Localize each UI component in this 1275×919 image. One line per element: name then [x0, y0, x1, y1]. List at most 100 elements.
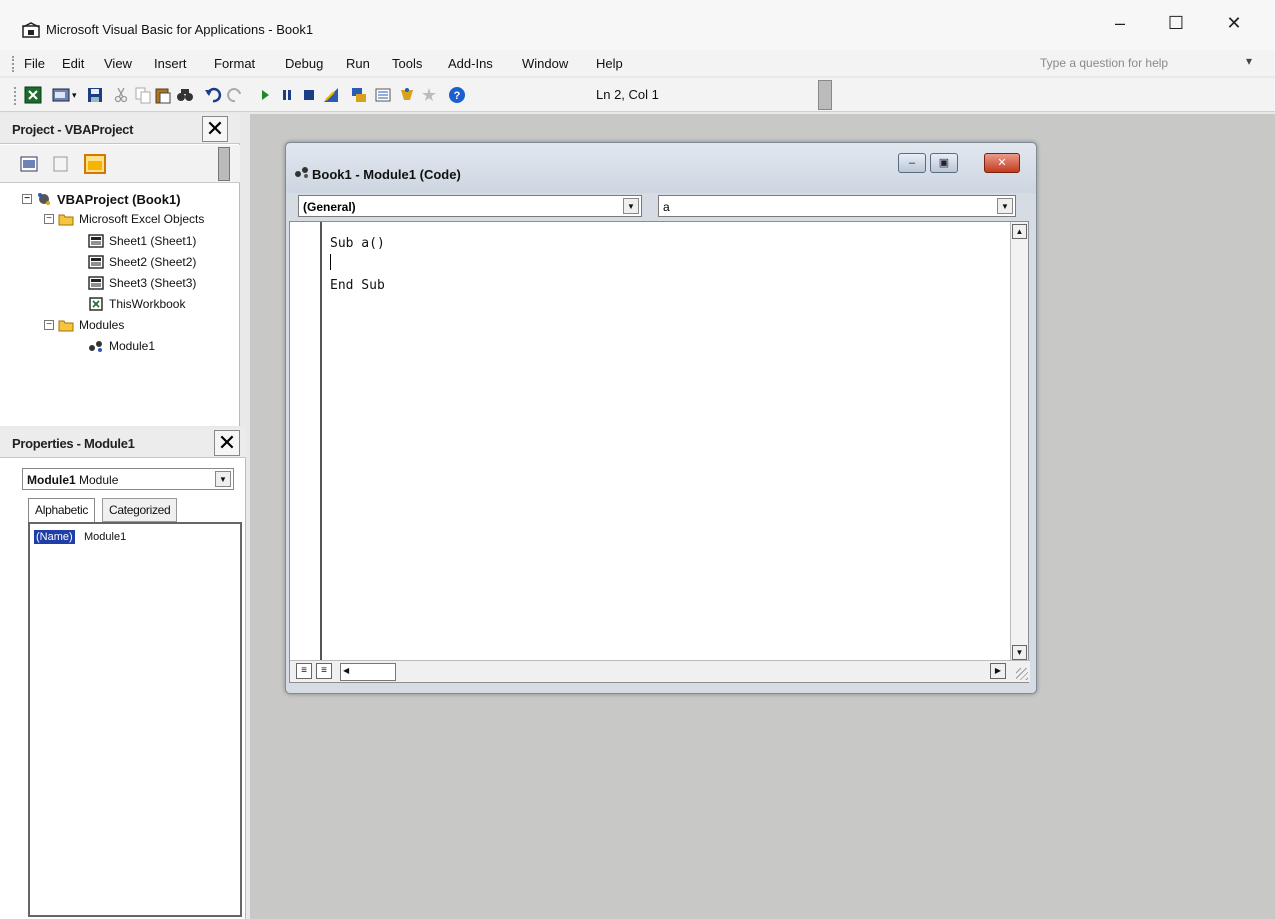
folder-icon [58, 320, 74, 332]
help-icon[interactable]: ? [448, 86, 466, 104]
cut-icon[interactable] [112, 86, 130, 104]
object-dropdown-value: (General) [303, 200, 356, 214]
tree-item-vbaproject[interactable]: − VBAProject (Book1) [22, 190, 181, 208]
tree-item-sheet3[interactable]: Sheet3 (Sheet3) [88, 274, 196, 292]
tab-alphabetic[interactable]: Alphabetic [28, 498, 96, 522]
tree-label: Modules [79, 318, 125, 332]
horizontal-scroll-track[interactable]: ◀ [340, 663, 396, 681]
standard-toolbar: ▾ ? Ln 2, Col 1 [0, 78, 1275, 112]
scroll-right-icon[interactable]: ▶ [990, 663, 1006, 679]
paste-icon[interactable] [154, 86, 172, 104]
redo-icon[interactable] [226, 86, 244, 104]
menu-add-ins[interactable]: Add-Ins [448, 56, 493, 71]
scroll-up-icon[interactable]: ▲ [1012, 224, 1027, 239]
title-bar: Microsoft Visual Basic for Applications … [0, 0, 1275, 50]
collapse-toggle[interactable]: − [44, 214, 54, 224]
text-caret [330, 254, 331, 270]
tree-item-thisworkbook[interactable]: ThisWorkbook [88, 295, 185, 313]
procedure-view-icon[interactable]: ≡ [296, 663, 312, 679]
menu-grip[interactable] [12, 56, 15, 72]
code-line[interactable]: End Sub [330, 278, 385, 293]
tree-label: ThisWorkbook [109, 297, 186, 311]
code-window-title-bar[interactable]: Book1 - Module1 (Code) – ▣ ✕ [286, 143, 1036, 193]
code-window-restore-button[interactable]: ▣ [930, 153, 958, 173]
chevron-down-icon[interactable]: ▼ [623, 198, 639, 214]
properties-icon[interactable] [374, 86, 392, 104]
code-window-minimize-button[interactable]: – [898, 153, 926, 173]
reset-icon[interactable] [300, 86, 318, 104]
resize-grip-icon[interactable] [1016, 668, 1028, 680]
sheet-icon [88, 276, 104, 290]
vertical-scrollbar[interactable]: ▲ ▼ [1010, 222, 1028, 662]
tree-label: Microsoft Excel Objects [79, 212, 205, 226]
tree-item-excel-objects[interactable]: − Microsoft Excel Objects [44, 210, 204, 228]
menu-format[interactable]: Format [214, 56, 255, 71]
object-dropdown[interactable]: (General) ▼ [298, 195, 642, 217]
code-margin[interactable] [290, 222, 322, 662]
collapse-toggle[interactable]: − [44, 320, 54, 330]
help-dropdown-arrow[interactable]: ▾ [1246, 54, 1252, 68]
run-icon[interactable] [256, 86, 274, 104]
sheet-icon [88, 255, 104, 269]
menu-tools[interactable]: Tools [392, 56, 422, 71]
toolbar-grip[interactable] [14, 87, 17, 105]
view-object-icon[interactable] [52, 156, 70, 172]
tree-item-sheet1[interactable]: Sheet1 (Sheet1) [88, 232, 196, 250]
break-icon[interactable] [278, 86, 296, 104]
menu-view[interactable]: View [104, 56, 132, 71]
procedure-dropdown[interactable]: a ▼ [658, 195, 1016, 217]
undo-icon[interactable] [204, 86, 222, 104]
code-line[interactable]: Sub a() [330, 236, 385, 251]
help-search-box[interactable]: Type a question for help [1040, 56, 1168, 70]
code-window: Book1 - Module1 (Code) – ▣ ✕ (General) ▼… [285, 142, 1037, 694]
menu-run[interactable]: Run [346, 56, 370, 71]
chevron-down-icon[interactable]: ▼ [215, 471, 231, 487]
vba-app-icon [22, 22, 40, 38]
property-key-name[interactable]: (Name) [34, 530, 75, 544]
minimize-button[interactable]: – [1100, 10, 1140, 36]
maximize-button[interactable]: ☐ [1156, 10, 1196, 36]
project-toolbar-overflow[interactable] [218, 147, 230, 181]
tree-item-module1[interactable]: Module1 [88, 337, 155, 355]
object-browser-icon[interactable] [398, 86, 416, 104]
menu-help[interactable]: Help [596, 56, 623, 71]
properties-panel-close-button[interactable]: ✕ [214, 430, 240, 456]
full-module-view-icon[interactable]: ≡ [316, 663, 332, 679]
sheet-icon [88, 234, 104, 248]
code-window-close-button[interactable]: ✕ [984, 153, 1020, 173]
project-tree: − VBAProject (Book1) − Microsoft Excel O… [0, 186, 240, 424]
toolbar-overflow-handle[interactable] [818, 80, 832, 110]
toggle-folders-icon[interactable] [84, 154, 106, 174]
scroll-left-icon[interactable]: ◀ [343, 666, 349, 675]
menu-edit[interactable]: Edit [62, 56, 84, 71]
code-editor[interactable]: Sub a() End Sub ▲ ▼ ≡ ≡ ◀ ▶ [289, 221, 1030, 683]
horizontal-scrollbar[interactable]: ≡ ≡ ◀ ▶ [290, 660, 1030, 682]
menu-window[interactable]: Window [522, 56, 568, 71]
menu-file[interactable]: File [24, 56, 45, 71]
save-icon[interactable] [86, 86, 104, 104]
window-title: Microsoft Visual Basic for Applications … [46, 22, 314, 37]
object-selector[interactable]: Module1 Module ▼ [22, 468, 234, 490]
tree-label: Sheet1 (Sheet1) [109, 234, 197, 248]
find-icon[interactable] [176, 86, 194, 104]
project-explorer-icon[interactable] [350, 86, 368, 104]
project-panel-close-button[interactable]: ✕ [202, 116, 228, 142]
close-button[interactable]: ✕ [1214, 10, 1254, 36]
menu-insert[interactable]: Insert [154, 56, 187, 71]
view-code-icon[interactable] [20, 156, 38, 172]
design-mode-icon[interactable] [322, 86, 340, 104]
collapse-toggle[interactable]: − [22, 194, 32, 204]
toolbox-icon[interactable] [420, 86, 438, 104]
menu-debug[interactable]: Debug [285, 56, 323, 71]
tab-categorized[interactable]: Categorized [102, 498, 178, 522]
scroll-down-icon[interactable]: ▼ [1012, 645, 1027, 660]
tree-item-sheet2[interactable]: Sheet2 (Sheet2) [88, 253, 196, 271]
chevron-down-icon[interactable]: ▼ [997, 198, 1013, 214]
copy-icon[interactable] [134, 86, 152, 104]
tree-label: VBAProject (Book1) [57, 191, 181, 207]
insert-userform-icon[interactable] [52, 86, 70, 104]
tree-item-modules[interactable]: − Modules [44, 316, 124, 334]
cursor-position: Ln 2, Col 1 [596, 87, 659, 102]
excel-icon[interactable] [24, 86, 42, 104]
property-value-name[interactable]: Module1 [84, 531, 126, 543]
